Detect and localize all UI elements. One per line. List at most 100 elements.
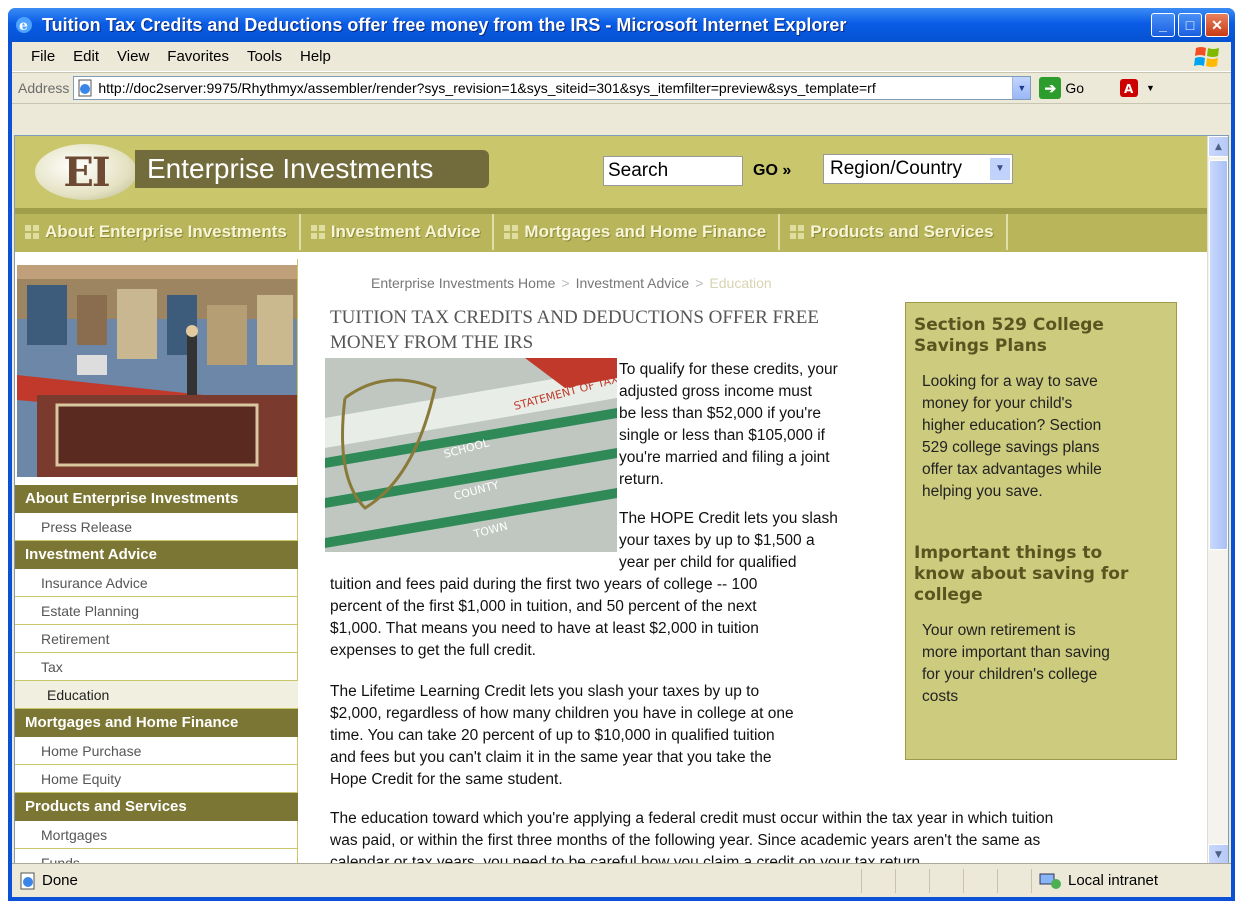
breadcrumb-home[interactable]: Enterprise Investments Home (371, 275, 555, 291)
text-line: your taxes by up to $1,500 a (619, 532, 815, 549)
search-go-button[interactable]: GO » (753, 162, 791, 180)
leftnav-heading-products[interactable]: Products and Services (15, 793, 298, 821)
leftnav-item-retirement[interactable]: Retirement (15, 625, 298, 653)
breadcrumb-current: Education (709, 275, 772, 291)
menu-tools[interactable]: Tools (238, 48, 291, 65)
top-navigation: About Enterprise Investments Investment … (15, 208, 1209, 252)
vertical-scrollbar[interactable]: ▲ ▼ (1207, 136, 1228, 865)
sidebar-heading-529[interactable]: Section 529 College Savings Plans (914, 315, 1104, 357)
address-label: Address (18, 80, 70, 96)
text-line: for your children's college (922, 666, 1098, 683)
close-button[interactable]: ✕ (1205, 13, 1229, 37)
topnav-label: About Enterprise Investments (45, 222, 287, 241)
leftnav-heading-about[interactable]: About Enterprise Investments (15, 485, 298, 513)
text-line: percent of the first $1,000 in tuition, … (330, 598, 757, 615)
svg-text:A: A (1124, 82, 1134, 96)
menu-favorites[interactable]: Favorites (158, 48, 238, 65)
leftnav-item-press-release[interactable]: Press Release (15, 513, 298, 541)
text-line: adjusted gross income must (619, 383, 812, 400)
chevron-down-icon: ▼ (990, 158, 1010, 180)
paragraph-1: To qualify for these credits, your adjus… (619, 359, 889, 491)
tool-dropdown-icon[interactable]: ▼ (1146, 83, 1155, 93)
leftnav-item-mortgages[interactable]: Mortgages (15, 821, 298, 849)
text-line: and fees but you can't claim it in the s… (330, 749, 772, 766)
heading-line: know about saving for (914, 564, 1129, 584)
page-viewport: EI Enterprise Investments Search GO » Re… (14, 135, 1229, 866)
title-bar[interactable]: e Tuition Tax Credits and Deductions off… (8, 8, 1235, 42)
text-line: expenses to get the full credit. (330, 642, 536, 659)
text-line: costs (922, 688, 959, 705)
breadcrumb-section[interactable]: Investment Advice (576, 275, 690, 291)
leftnav-heading-mortgages[interactable]: Mortgages and Home Finance (15, 709, 298, 737)
scroll-up-icon[interactable]: ▲ (1208, 136, 1228, 157)
text-line: single or less than $105,000 if (619, 427, 825, 444)
paragraph-2-full: tuition and fees paid during the first t… (330, 574, 890, 662)
topnav-investment-advice[interactable]: Investment Advice (301, 214, 495, 250)
sidebar-heading-saving[interactable]: Important things to know about saving fo… (914, 543, 1128, 606)
topnav-products[interactable]: Products and Services (780, 214, 1008, 250)
heading-line: Savings Plans (914, 336, 1047, 356)
browser-chrome: File Edit View Favorites Tools Help Addr… (12, 42, 1231, 897)
address-dropdown-icon[interactable]: ▼ (1012, 77, 1031, 99)
breadcrumb-separator: > (695, 275, 704, 291)
status-text: Done (42, 872, 78, 889)
menu-bar: File Edit View Favorites Tools Help (12, 42, 1231, 72)
sidebar-529-box: Section 529 College Savings Plans Lookin… (905, 302, 1177, 760)
page-status-icon (20, 872, 35, 889)
text-line: time. You can take 20 percent of up to $… (330, 727, 775, 744)
status-cell (895, 868, 929, 893)
leftnav-item-home-purchase[interactable]: Home Purchase (15, 737, 298, 765)
leftnav-item-estate-planning[interactable]: Estate Planning (15, 597, 298, 625)
search-input[interactable]: Search (603, 156, 743, 186)
adobe-pdf-icon[interactable]: A (1118, 77, 1142, 99)
sidebar-body-529: Looking for a way to save money for your… (922, 371, 1160, 503)
windows-logo-icon (1194, 47, 1219, 67)
leftnav-item-tax[interactable]: Tax (15, 653, 298, 681)
maximize-button[interactable]: □ (1178, 13, 1202, 37)
logo-mark[interactable]: EI (35, 144, 137, 200)
text-line: The Lifetime Learning Credit lets you sl… (330, 683, 760, 700)
address-input[interactable]: http://doc2server:9975/Rhythmyx/assemble… (73, 76, 1032, 100)
menu-help[interactable]: Help (291, 48, 340, 65)
paragraph-2-wrap: The HOPE Credit lets you slash your taxe… (619, 508, 889, 574)
go-button[interactable]: ➔ Go (1039, 77, 1084, 99)
status-cell (963, 868, 997, 893)
region-select[interactable]: Region/Country ▼ (823, 154, 1013, 184)
paragraph-4: The education toward which you're applyi… (330, 808, 1190, 865)
minimize-button[interactable]: _ (1151, 13, 1175, 37)
heading-line: Important things to (914, 543, 1103, 563)
scroll-thumb[interactable] (1209, 160, 1228, 550)
text-line: 529 college savings plans (922, 439, 1100, 456)
status-bar: Done Local intranet (12, 863, 1231, 897)
grid-icon (310, 225, 325, 239)
text-line: To qualify for these credits, your (619, 361, 838, 378)
hero-image (17, 265, 297, 477)
leftnav-heading-investment-advice[interactable]: Investment Advice (15, 541, 298, 569)
scroll-down-icon[interactable]: ▼ (1208, 844, 1228, 865)
go-arrow-icon: ➔ (1039, 77, 1062, 99)
text-line: Hope Credit for the same student. (330, 771, 563, 788)
menu-file[interactable]: File (22, 48, 64, 65)
menu-view[interactable]: View (108, 48, 158, 65)
left-column: About Enterprise Investments Press Relea… (15, 259, 298, 865)
leftnav-item-education[interactable]: Education (15, 681, 298, 709)
leftnav-item-home-equity[interactable]: Home Equity (15, 765, 298, 793)
topnav-mortgages[interactable]: Mortgages and Home Finance (494, 214, 781, 250)
menu-edit[interactable]: Edit (64, 48, 108, 65)
topnav-about[interactable]: About Enterprise Investments (15, 214, 301, 250)
text-line: money for your child's (922, 395, 1073, 412)
text-line: Looking for a way to save (922, 373, 1098, 390)
grid-icon (790, 225, 805, 239)
site-header: EI Enterprise Investments Search GO » Re… (15, 136, 1209, 208)
address-bar: Address http://doc2server:9975/Rhythmyx/… (12, 72, 1231, 104)
text-line: helping you save. (922, 483, 1043, 500)
brand-name[interactable]: Enterprise Investments (135, 150, 489, 188)
text-line: Your own retirement is (922, 622, 1076, 639)
page-icon (78, 79, 92, 97)
leftnav-item-insurance-advice[interactable]: Insurance Advice (15, 569, 298, 597)
zone-label: Local intranet (1068, 872, 1159, 889)
window-title: Tuition Tax Credits and Deductions offer… (42, 14, 847, 35)
text-line: offer tax advantages while (922, 461, 1102, 478)
security-zone[interactable]: Local intranet (1031, 868, 1231, 893)
text-line: $2,000, regardless of how many children … (330, 705, 794, 722)
